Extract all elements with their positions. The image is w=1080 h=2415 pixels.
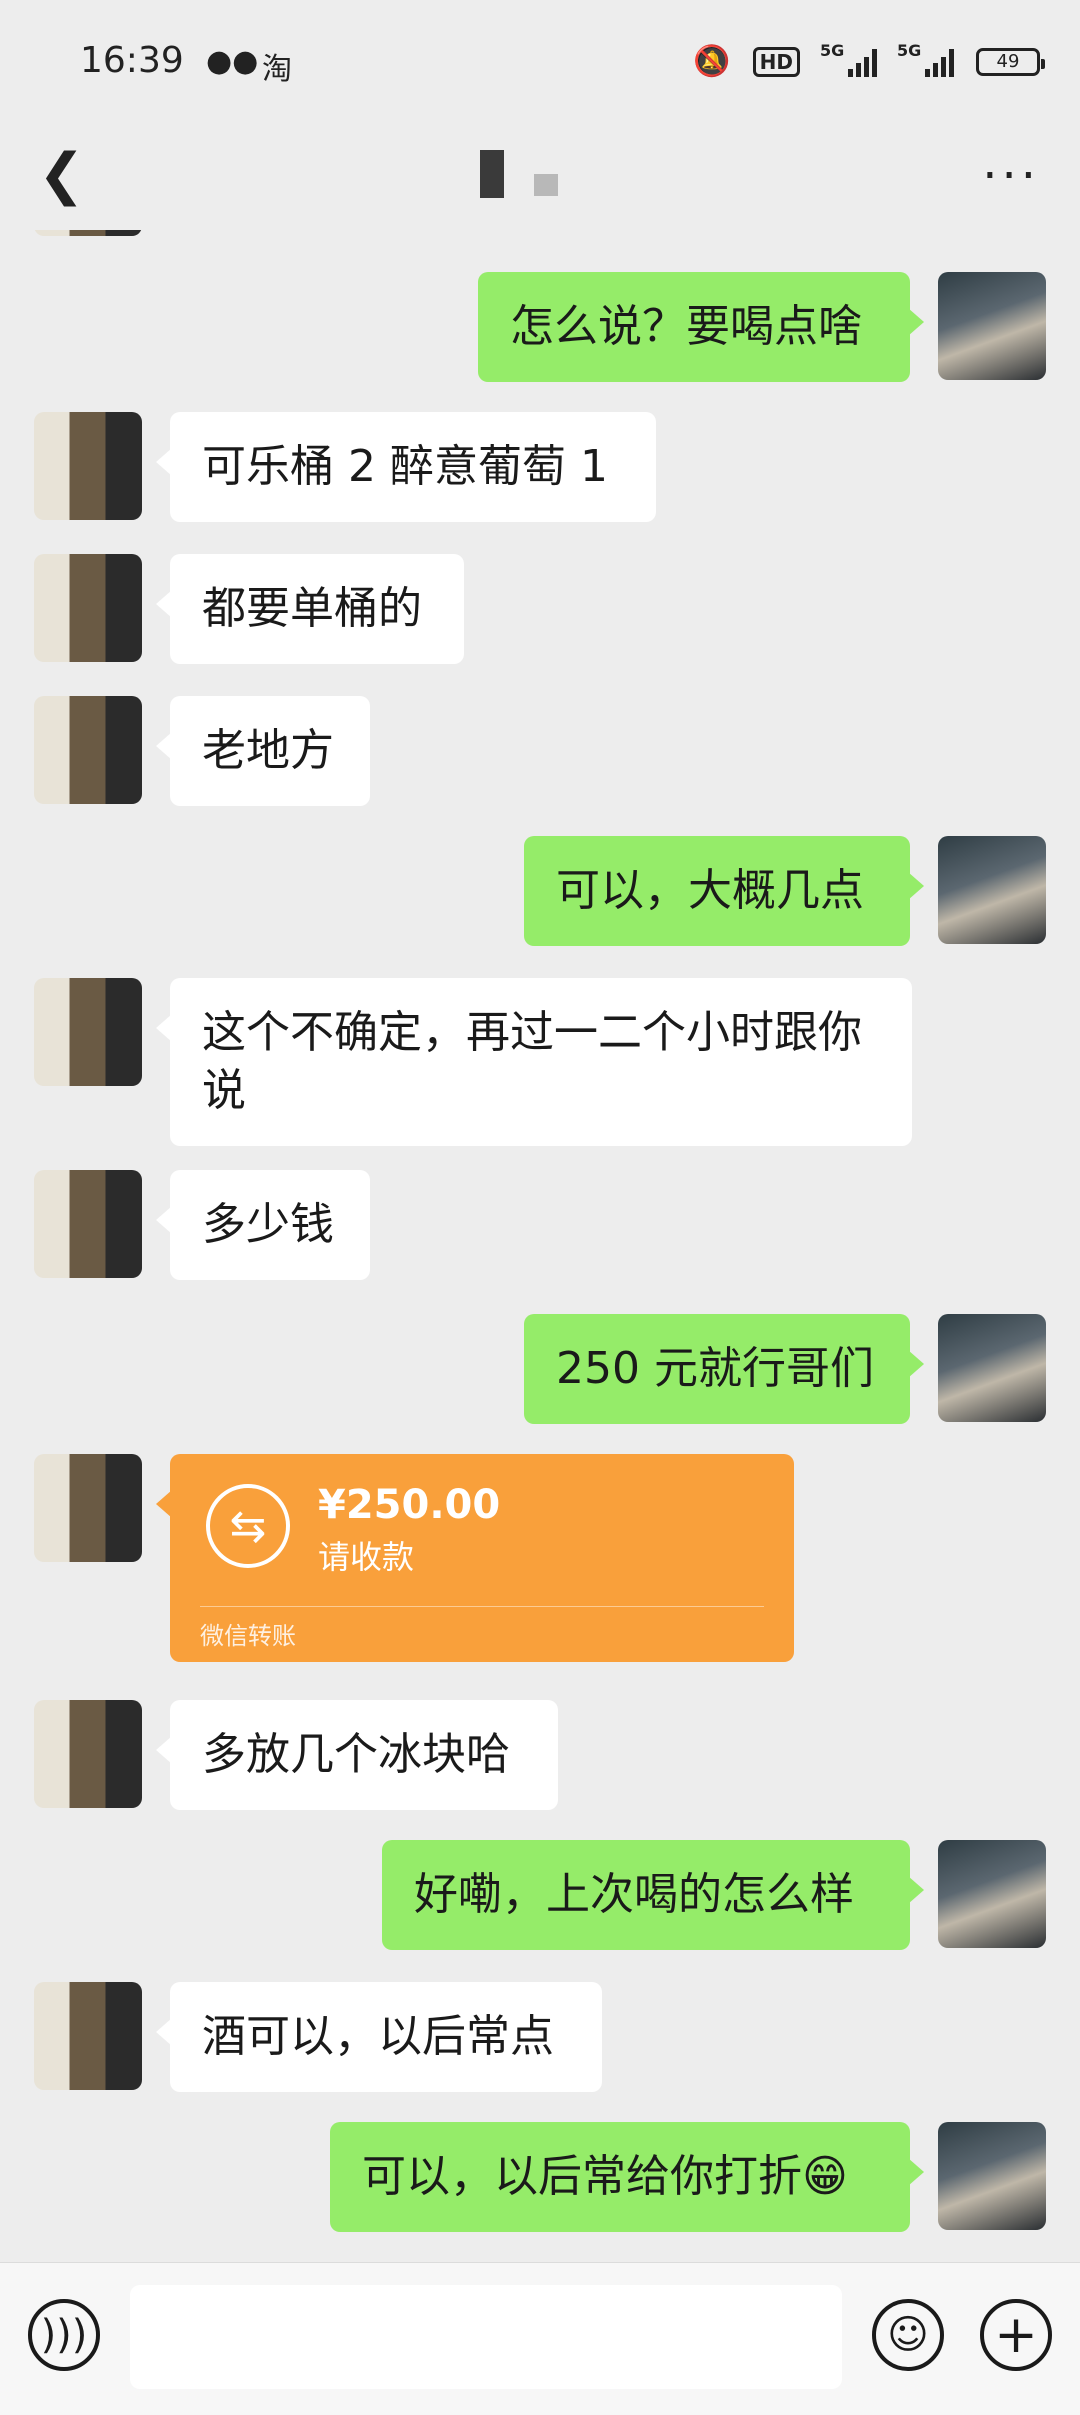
message-bubble-sent[interactable]: 可以，大概几点 (524, 836, 924, 946)
title-blur-block (480, 150, 504, 198)
chat-area[interactable]: 怎么说？要喝点啥 可乐桶 2 醉意葡萄 1 都要单桶的 老地方 可以，大概几点 … (0, 230, 1080, 2260)
input-bar: ))) ☺ + (0, 2262, 1080, 2415)
emoji-icon[interactable]: ☺ (872, 2299, 944, 2371)
transfer-source: 微信转账 (200, 1622, 296, 1650)
title-blur-block (534, 174, 558, 196)
message-bubble-sent[interactable]: 可以，以后常给你打折😁 (330, 2122, 924, 2232)
plus-icon[interactable]: + (980, 2299, 1052, 2371)
my-avatar[interactable] (938, 272, 1046, 380)
transfer-status: 请收款 (318, 1538, 415, 1576)
message-bubble-sent[interactable]: 怎么说？要喝点啥 (478, 272, 924, 382)
wechat-icon: ●● (206, 44, 259, 79)
my-avatar[interactable] (938, 1840, 1046, 1948)
signal-icon-2: 5G (897, 41, 954, 77)
more-options-button[interactable]: ... (982, 134, 1040, 190)
message-bubble-received[interactable]: 老地方 (156, 696, 370, 806)
mute-bell-icon: 🔕 (693, 44, 731, 79)
message-bubble-received[interactable]: 这个不确定，再过一二个小时跟你说 (156, 978, 912, 1146)
message-bubble-received[interactable]: 酒可以，以后常点 (156, 1982, 602, 2092)
contact-avatar[interactable] (34, 554, 142, 662)
contact-avatar[interactable] (34, 1982, 142, 2090)
taobao-icon: 淘 (262, 52, 292, 87)
message-bubble-sent[interactable]: 250 元就行哥们 (524, 1314, 924, 1424)
voice-icon[interactable]: ))) (28, 2299, 100, 2371)
contact-avatar[interactable] (34, 412, 142, 520)
message-bubble-received[interactable]: 可乐桶 2 醉意葡萄 1 (156, 412, 656, 522)
message-bubble-received[interactable]: 多少钱 (156, 1170, 370, 1280)
transfer-amount: ¥250.00 (318, 1482, 501, 1528)
contact-avatar[interactable] (34, 230, 142, 236)
transfer-icon: ⇆ (206, 1484, 290, 1568)
contact-avatar[interactable] (34, 1700, 142, 1808)
message-bubble-sent[interactable]: 好嘞，上次喝的怎么样 (382, 1840, 924, 1950)
transfer-divider (200, 1606, 764, 1607)
message-bubble-received[interactable]: 都要单桶的 (156, 554, 464, 664)
my-avatar[interactable] (938, 1314, 1046, 1422)
my-avatar[interactable] (938, 2122, 1046, 2230)
contact-avatar[interactable] (34, 1454, 142, 1562)
message-bubble-received[interactable]: 多放几个冰块哈 (156, 1700, 558, 1810)
signal-icon-1: 5G (820, 41, 877, 77)
contact-avatar[interactable] (34, 696, 142, 804)
contact-avatar[interactable] (34, 978, 142, 1086)
status-bar: 16:39 ●● 淘 🔕 HD 5G 5G 49 (0, 0, 1080, 120)
message-input[interactable] (130, 2285, 842, 2389)
transfer-card[interactable]: ⇆ ¥250.00 请收款 微信转账 (156, 1454, 794, 1662)
battery-icon: 49 (976, 47, 1045, 76)
chat-header: ❮ ... (0, 120, 1080, 230)
chat-title (480, 150, 558, 198)
status-time: 16:39 (80, 40, 184, 81)
hd-badge: HD (752, 46, 800, 77)
back-icon[interactable]: ❮ (38, 142, 85, 207)
my-avatar[interactable] (938, 836, 1046, 944)
contact-avatar[interactable] (34, 1170, 142, 1278)
